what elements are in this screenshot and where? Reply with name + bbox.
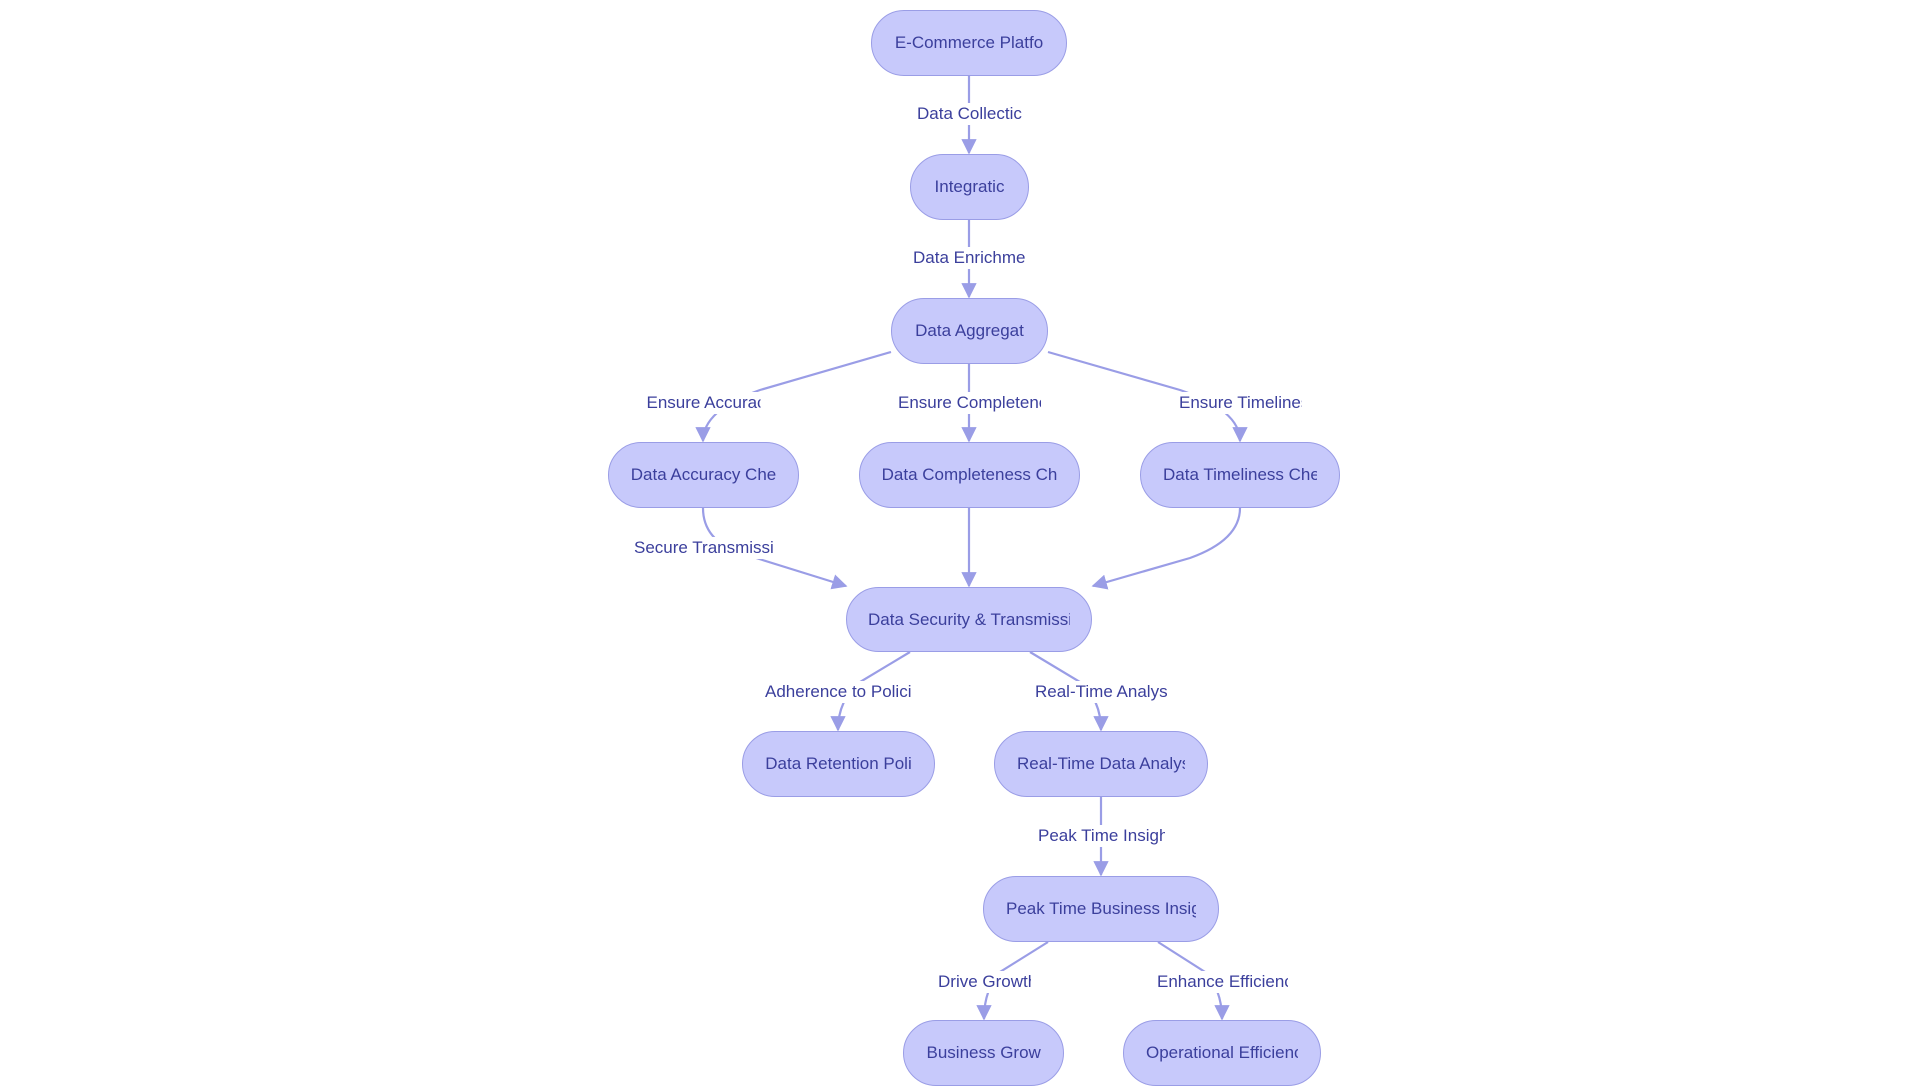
edge-label-enhance-efficiency: Enhance Efficienc [1156,971,1288,993]
node-data-retention-policies[interactable]: Data Retention Poli [742,731,935,797]
edge-label-ensure-completeness: Ensure Completene [897,392,1041,414]
node-real-time-data-analysis[interactable]: Real-Time Data Analys [994,731,1208,797]
node-label: Peak Time Business Insigh [1006,899,1196,918]
node-ecommerce-platform[interactable]: E-Commerce Platfo [871,10,1067,76]
edge-label-data-enrichment: Data Enrichmer [912,247,1026,269]
node-data-timeliness-check[interactable]: Data Timeliness Che [1140,442,1340,508]
node-label: Real-Time Data Analys [1017,754,1185,773]
edge-label-ensure-accuracy: Ensure Accurac [645,392,761,414]
edge-label-real-time-analysis: Real-Time Analysi [1034,681,1168,703]
edge-label-secure-transmission: Secure Transmissi [633,537,773,559]
node-label: Data Security & Transmissi [868,609,1070,629]
edge-label-adherence-to-policies: Adherence to Polici [764,681,912,703]
node-label: Data Completeness Ch [881,465,1058,484]
node-label: Data Retention Poli [765,754,912,773]
node-label: Data Timeliness Che [1163,465,1317,484]
edge-label-data-collection: Data Collectic [916,103,1022,125]
node-peak-time-business-insights[interactable]: Peak Time Business Insigh [983,876,1219,942]
edge-label-peak-time-insights: Peak Time Insigh [1037,825,1165,847]
node-business-growth[interactable]: Business Growt [903,1020,1064,1086]
edge-timeliness-security [1091,507,1242,590]
node-integration[interactable]: Integratic [910,154,1029,220]
flowchart-diagram: Data Collectic Data Enrichmer Ensure Acc… [0,0,1920,1086]
node-label: Data Accuracy Che [630,465,777,484]
node-label: Integratic [934,177,1005,196]
node-data-completeness-check[interactable]: Data Completeness Ch [859,442,1080,508]
node-operational-efficiency[interactable]: Operational Efficienc [1123,1020,1321,1086]
node-data-accuracy-check[interactable]: Data Accuracy Che [608,442,799,508]
node-label: Data Aggregat [915,321,1024,340]
node-data-security-transmission[interactable]: Data Security & Transmissi [846,587,1092,652]
node-data-aggregation[interactable]: Data Aggregat [891,298,1048,364]
edge-label-drive-growth: Drive Growth [937,971,1031,993]
node-label: E-Commerce Platfo [894,33,1044,52]
node-label: Operational Efficienc [1146,1043,1298,1062]
edge-label-ensure-timeliness: Ensure Timelines [1178,392,1302,414]
node-label: Business Growt [926,1043,1041,1062]
